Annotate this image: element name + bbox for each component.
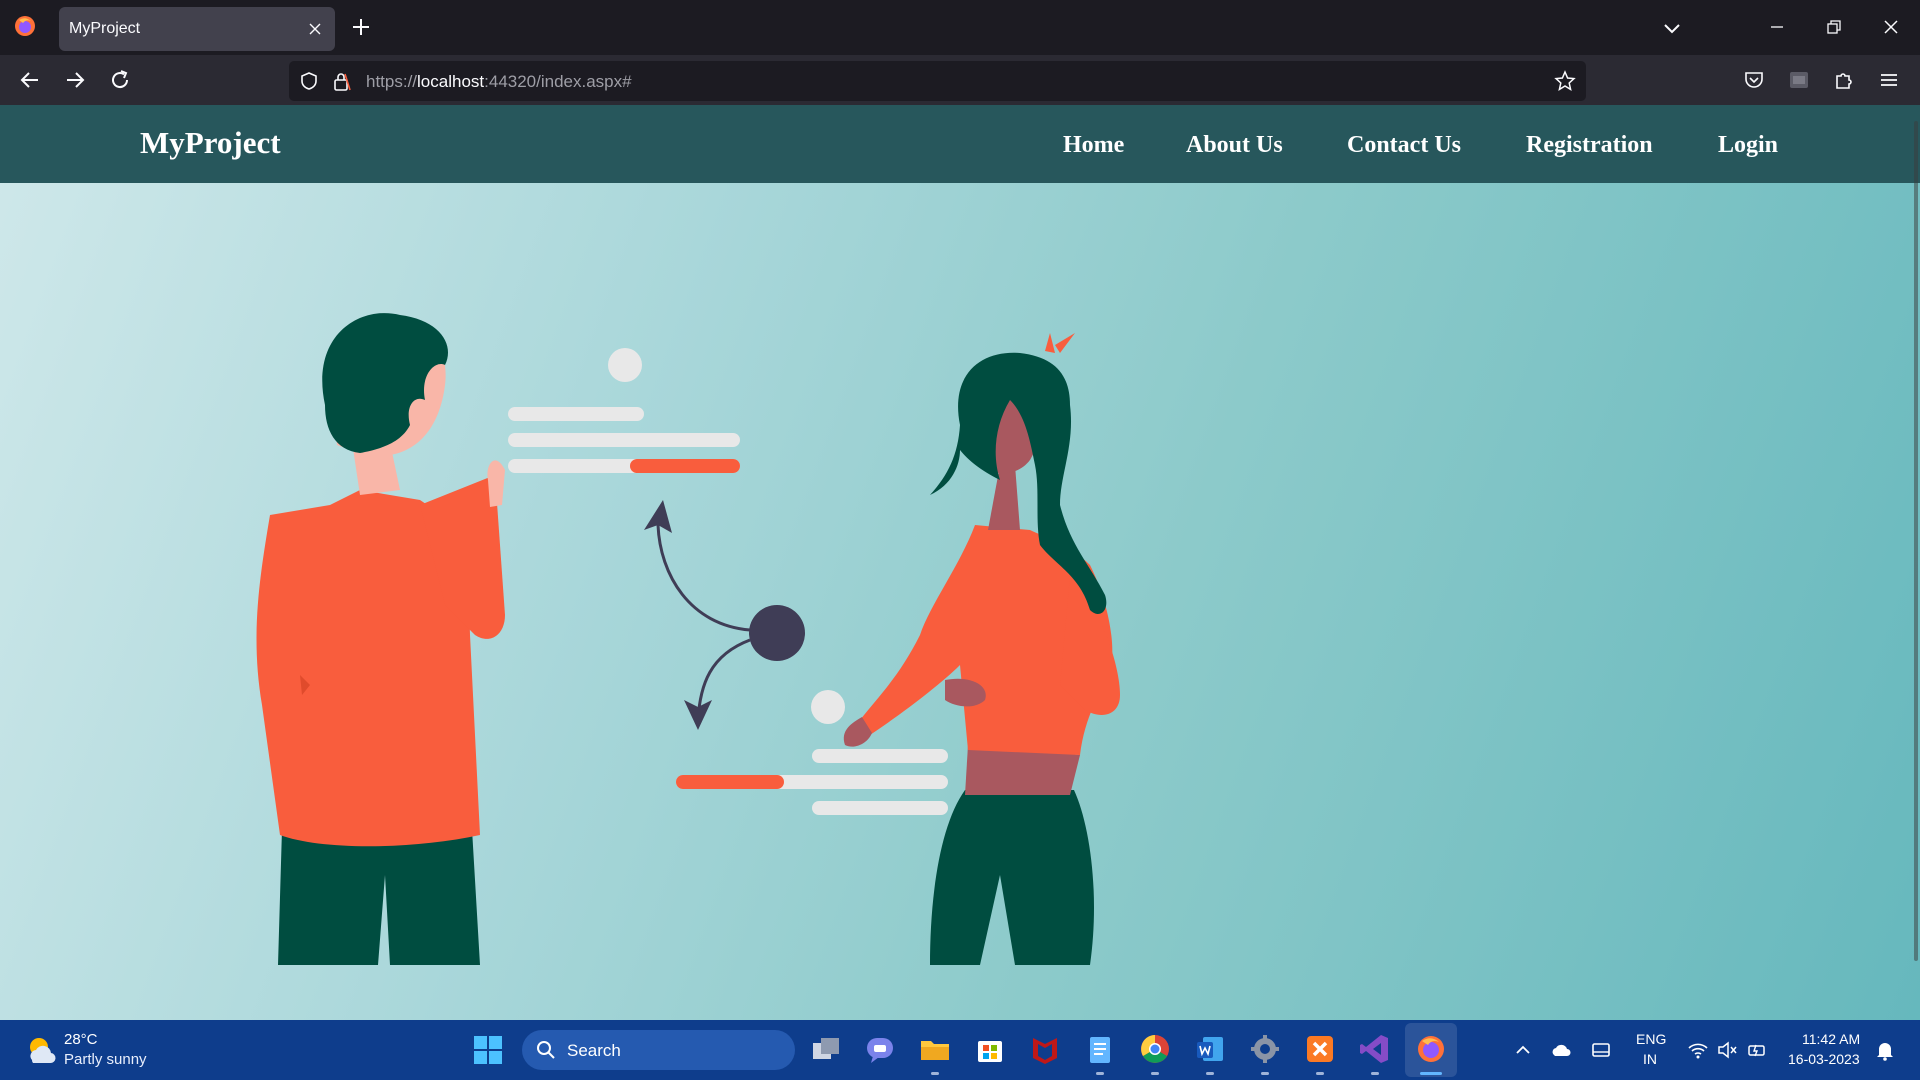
chevron-down-icon[interactable] — [1662, 18, 1682, 38]
visual-studio-icon[interactable] — [1358, 1032, 1392, 1066]
windows-start-icon[interactable] — [473, 1035, 503, 1065]
minimize-icon[interactable] — [1768, 18, 1786, 36]
connector-arrows — [644, 500, 805, 730]
xampp-icon[interactable] — [1303, 1032, 1337, 1066]
hero-illustration — [256, 313, 1120, 965]
search-label: Search — [567, 1041, 621, 1060]
running-indicator — [1206, 1072, 1214, 1075]
running-indicator — [1096, 1072, 1104, 1075]
url-host: localhost — [417, 72, 485, 91]
nav-home-link[interactable]: Home — [1063, 132, 1124, 159]
site-header: MyProject Home About Us Contact Us Regis… — [0, 105, 1920, 183]
file-explorer-icon[interactable] — [918, 1032, 952, 1066]
firefox-menu-icon[interactable] — [13, 14, 37, 38]
extensions-puzzle-icon[interactable] — [1832, 68, 1856, 92]
windows-taskbar: 28°C Partly sunny Search ENG IN 11:42 AM… — [0, 1020, 1920, 1080]
clock-time[interactable]: 11:42 AM — [1802, 1031, 1860, 1047]
notification-bell-icon[interactable] — [1874, 1039, 1896, 1061]
reload-icon[interactable] — [107, 67, 133, 93]
url-path: :44320/index.aspx# — [484, 72, 632, 91]
input-region[interactable]: IN — [1643, 1051, 1657, 1067]
new-tab-icon[interactable] — [350, 16, 372, 38]
nav-contact-us-link[interactable]: Contact Us — [1347, 132, 1461, 159]
bottom-card-graphic — [676, 690, 948, 815]
tab-title: MyProject — [69, 20, 141, 37]
close-tab-icon[interactable] — [307, 21, 323, 37]
microsoft-store-icon[interactable] — [973, 1032, 1007, 1066]
nav-about-us-link[interactable]: About Us — [1186, 132, 1283, 159]
extension-tile-icon[interactable] — [1787, 68, 1811, 92]
battery-charging-icon[interactable] — [1746, 1039, 1768, 1061]
weather-description[interactable]: Partly sunny — [64, 1051, 147, 1068]
man-figure — [256, 313, 505, 965]
top-card-graphic — [508, 348, 740, 473]
hamburger-menu-icon[interactable] — [1877, 68, 1901, 92]
url-prefix: https:// — [366, 72, 418, 91]
teams-chat-icon[interactable] — [863, 1032, 897, 1066]
forward-arrow-icon[interactable] — [62, 67, 88, 93]
speaker-muted-icon[interactable] — [1716, 1039, 1738, 1061]
chevron-up-icon[interactable] — [1512, 1039, 1534, 1061]
running-indicator — [931, 1072, 939, 1075]
nav-login-link[interactable]: Login — [1718, 132, 1778, 159]
restore-icon[interactable] — [1825, 18, 1843, 36]
nav-registration-link[interactable]: Registration — [1526, 132, 1653, 159]
tracking-protection-shield-icon[interactable] — [299, 71, 319, 91]
chrome-icon[interactable] — [1138, 1032, 1172, 1066]
bookmark-star-icon[interactable] — [1554, 70, 1576, 92]
onedrive-cloud-icon[interactable] — [1550, 1039, 1572, 1061]
tab-myproject[interactable]: MyProject — [59, 7, 335, 51]
lock-icon[interactable] — [332, 70, 352, 92]
address-bar[interactable]: https://localhost:44320/index.aspx# — [289, 61, 1586, 101]
wifi-icon[interactable] — [1687, 1039, 1709, 1061]
page-scrollbar[interactable] — [1914, 121, 1918, 961]
mcafee-icon[interactable] — [1028, 1032, 1062, 1066]
browser-nav-bar: https://localhost:44320/index.aspx# — [0, 55, 1920, 105]
weather-temperature[interactable]: 28°C — [64, 1031, 98, 1048]
input-language[interactable]: ENG — [1636, 1031, 1666, 1047]
firefox-icon[interactable] — [1414, 1032, 1448, 1066]
task-view-icon[interactable] — [809, 1032, 843, 1066]
close-window-icon[interactable] — [1881, 17, 1901, 37]
web-page: MyProject Home About Us Contact Us Regis… — [0, 105, 1920, 1020]
search-icon — [537, 1041, 555, 1059]
pocket-icon[interactable] — [1742, 68, 1766, 92]
word-icon[interactable] — [1193, 1032, 1227, 1066]
url-text: https://localhost:44320/index.aspx# — [366, 72, 632, 92]
back-arrow-icon[interactable] — [17, 67, 43, 93]
partly-sunny-icon[interactable] — [24, 1033, 58, 1067]
notepad-icon[interactable] — [1083, 1032, 1117, 1066]
running-indicator — [1151, 1072, 1159, 1075]
taskbar-search-box[interactable]: Search — [522, 1030, 795, 1070]
active-app-indicator — [1420, 1072, 1442, 1075]
running-indicator — [1261, 1072, 1269, 1075]
browser-tab-bar: MyProject — [0, 0, 1920, 55]
woman-figure — [843, 333, 1120, 965]
display-icon[interactable] — [1590, 1039, 1612, 1061]
running-indicator — [1316, 1072, 1324, 1075]
site-brand[interactable]: MyProject — [140, 125, 281, 161]
clock-date[interactable]: 16-03-2023 — [1788, 1051, 1860, 1067]
settings-gear-icon[interactable] — [1248, 1032, 1282, 1066]
running-indicator — [1371, 1072, 1379, 1075]
